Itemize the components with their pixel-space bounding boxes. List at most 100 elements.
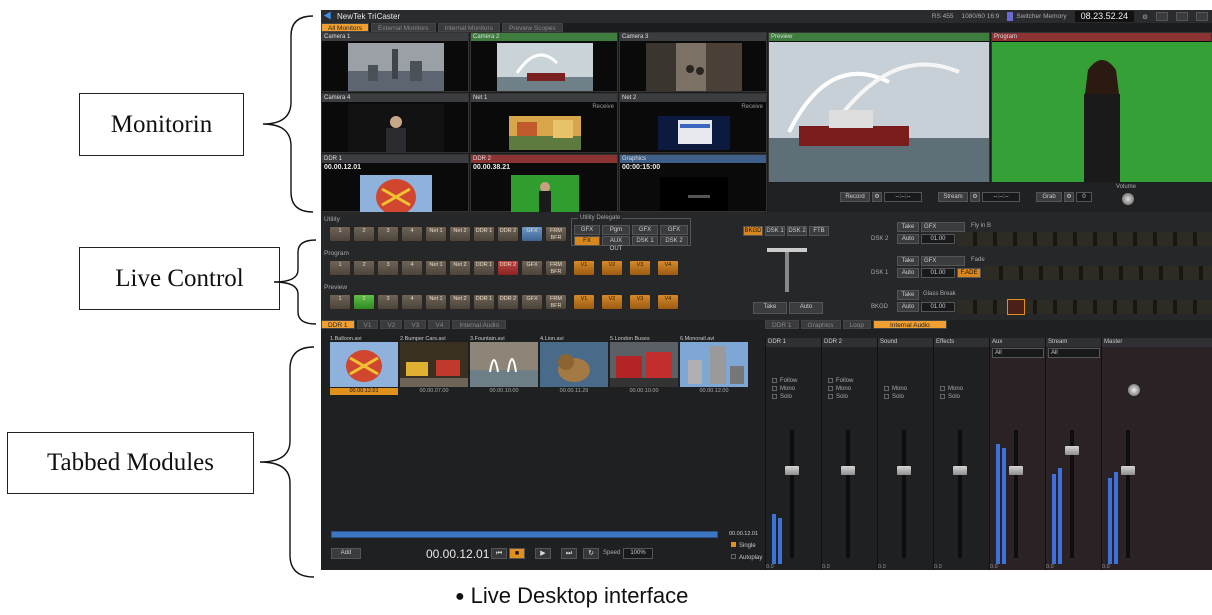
preview-source-button[interactable]: 4 bbox=[401, 294, 423, 310]
add-button[interactable]: Add bbox=[331, 548, 361, 559]
switcher-memory-button[interactable]: Switcher Memory bbox=[1007, 12, 1067, 21]
playlist-clip[interactable]: 4.Lion.avi 00.00.11.29 bbox=[540, 336, 608, 398]
preview-source-button[interactable]: 1 bbox=[329, 294, 351, 310]
program-source-button[interactable]: 2 bbox=[353, 260, 375, 276]
record-button[interactable]: Record bbox=[840, 192, 870, 202]
record-settings-icon[interactable]: ⚙ bbox=[872, 192, 882, 202]
preview-source-button[interactable]: DDR 2 bbox=[497, 294, 519, 310]
tab-v4[interactable]: V4 bbox=[428, 320, 451, 329]
monitor-camera-3[interactable]: Camera 3 bbox=[619, 32, 767, 92]
skip-forward-button[interactable]: ⏭ bbox=[561, 548, 577, 559]
tab-dsk-2[interactable]: DSK 2 bbox=[787, 226, 807, 236]
program-source-button[interactable]: DDR 1 bbox=[473, 260, 495, 276]
preview-source-button[interactable]: DDR 1 bbox=[473, 294, 495, 310]
utility-source-button[interactable]: 3 bbox=[377, 226, 399, 242]
fader-knob[interactable] bbox=[1121, 466, 1135, 475]
fader-knob[interactable] bbox=[953, 466, 967, 475]
mono-checkbox[interactable]: Mono bbox=[772, 386, 795, 392]
tab-external-monitors[interactable]: External Monitors bbox=[370, 23, 436, 32]
master-knob[interactable] bbox=[1128, 384, 1140, 396]
dsk-take-button[interactable]: Take bbox=[897, 222, 919, 232]
effect-bin[interactable] bbox=[957, 232, 1212, 246]
tab-preview-scopes[interactable]: Preview Scopes bbox=[501, 23, 563, 32]
speed-field[interactable]: 100% bbox=[623, 548, 653, 559]
mono-checkbox[interactable]: Mono bbox=[828, 386, 851, 392]
tab-internal-audio-mixer[interactable]: Internal Audio bbox=[873, 320, 947, 329]
solo-checkbox[interactable]: Solo bbox=[884, 394, 904, 400]
tab-ddr-1[interactable]: DDR 1 bbox=[321, 320, 355, 329]
preview-v-button[interactable]: V4 bbox=[657, 294, 679, 310]
program-source-button[interactable]: 4 bbox=[401, 260, 423, 276]
tab-graphics-audio[interactable]: Graphics bbox=[800, 320, 841, 329]
selected-effect[interactable] bbox=[1007, 299, 1025, 315]
preview-source-button[interactable]: Net 2 bbox=[449, 294, 471, 310]
program-source-button[interactable]: FRM BFR bbox=[545, 260, 567, 276]
delegate-aux-out-button[interactable]: AUX OUT bbox=[602, 236, 630, 252]
monitor-camera-2[interactable]: Camera 2 bbox=[470, 32, 618, 92]
dsk-take-button[interactable]: Take bbox=[897, 256, 919, 266]
delegate-fx-button[interactable]: FX bbox=[574, 236, 600, 246]
utility-source-button[interactable]: DDR 1 bbox=[473, 226, 495, 242]
solo-checkbox[interactable]: Solo bbox=[940, 394, 960, 400]
t-bar[interactable] bbox=[785, 252, 789, 292]
monitor-net-1[interactable]: Net 1 Receive bbox=[470, 93, 618, 153]
bkgd-take-button[interactable]: Take bbox=[897, 290, 919, 300]
follow-checkbox[interactable]: Follow bbox=[772, 378, 797, 384]
utility-source-button[interactable]: FRM BFR bbox=[545, 226, 567, 242]
program-v-button[interactable]: V3 bbox=[629, 260, 651, 276]
fader-knob[interactable] bbox=[1009, 466, 1023, 475]
monitor-camera-4[interactable]: Camera 4 bbox=[321, 93, 469, 153]
utility-source-button[interactable]: 2 bbox=[353, 226, 375, 242]
play-button[interactable]: ▶ bbox=[535, 548, 551, 559]
delegate-dsk-2-button[interactable]: DSK 2 bbox=[660, 236, 688, 246]
delegate-top-button[interactable]: Pgm bbox=[602, 225, 630, 235]
monitor-ddr-1[interactable]: DDR 1 00.00.12.01 bbox=[321, 154, 469, 213]
window-button[interactable] bbox=[1156, 12, 1168, 21]
preview-source-button[interactable]: 2 bbox=[353, 294, 375, 310]
auto-button[interactable]: Auto bbox=[789, 302, 823, 314]
tab-ftb[interactable]: FTB bbox=[809, 226, 829, 236]
bkgd-auto-button[interactable]: Auto bbox=[897, 302, 919, 312]
utility-source-button[interactable]: GFX bbox=[521, 226, 543, 242]
preview-v-button[interactable]: V2 bbox=[601, 294, 623, 310]
utility-source-button[interactable]: Net 2 bbox=[449, 226, 471, 242]
utility-source-button[interactable]: 1 bbox=[329, 226, 351, 242]
tab-internal-audio[interactable]: Internal Audio bbox=[452, 320, 507, 329]
tab-v2[interactable]: V2 bbox=[380, 320, 403, 329]
dsk-speed-field[interactable]: 01.00 bbox=[921, 268, 955, 278]
program-source-button[interactable]: 3 bbox=[377, 260, 399, 276]
dsk-auto-button[interactable]: Auto bbox=[897, 234, 919, 244]
single-checkbox[interactable]: Single bbox=[731, 542, 756, 549]
delegate-dsk-1-button[interactable]: DSK 1 bbox=[632, 236, 658, 246]
dsk-source-select[interactable]: GFX bbox=[921, 222, 965, 232]
mono-checkbox[interactable]: Mono bbox=[884, 386, 907, 392]
utility-source-button[interactable]: 4 bbox=[401, 226, 423, 242]
autoplay-checkbox[interactable]: Autoplay bbox=[731, 554, 762, 561]
stop-button[interactable]: ■ bbox=[509, 548, 525, 559]
playlist-clip[interactable]: 3.Fountain.avi 00.00.10.00 bbox=[470, 336, 538, 398]
delegate-top-button[interactable]: GFX bbox=[574, 225, 600, 235]
program-source-button[interactable]: Net 2 bbox=[449, 260, 471, 276]
preview-source-button[interactable]: GFX bbox=[521, 294, 543, 310]
tab-bkgd[interactable]: BKGD bbox=[743, 226, 763, 236]
fader-knob[interactable] bbox=[841, 466, 855, 475]
tab-all-monitors[interactable]: All Monitors bbox=[321, 23, 369, 32]
grab-button[interactable]: Grab bbox=[1036, 192, 1062, 202]
take-button[interactable]: Take bbox=[753, 302, 787, 314]
loop-icon[interactable]: ↻ bbox=[583, 548, 599, 559]
follow-checkbox[interactable]: Follow bbox=[828, 378, 853, 384]
gear-icon[interactable]: ⚙ bbox=[1142, 13, 1148, 21]
dsk-auto-button[interactable]: Auto bbox=[897, 268, 919, 278]
scrub-bar[interactable] bbox=[331, 531, 718, 538]
volume-knob[interactable] bbox=[1122, 193, 1134, 205]
tab-internal-monitors[interactable]: Internal Monitors bbox=[437, 23, 500, 32]
bkgd-speed-field[interactable]: 01.00 bbox=[921, 302, 955, 312]
receive-button[interactable]: Receive bbox=[592, 104, 614, 110]
preview-v-button[interactable]: V1 bbox=[573, 294, 595, 310]
program-v-button[interactable]: V4 bbox=[657, 260, 679, 276]
monitor-net-2[interactable]: Net 2 Receive bbox=[619, 93, 767, 153]
monitor-ddr-2[interactable]: DDR 2 00.00.38.21 bbox=[470, 154, 618, 213]
monitor-graphics[interactable]: Graphics 00:00:15:00 bbox=[619, 154, 767, 212]
playlist-clip[interactable]: 1.Balloon.avi 00.00.12.01 bbox=[330, 336, 398, 398]
aux-select[interactable]: All bbox=[992, 348, 1044, 358]
